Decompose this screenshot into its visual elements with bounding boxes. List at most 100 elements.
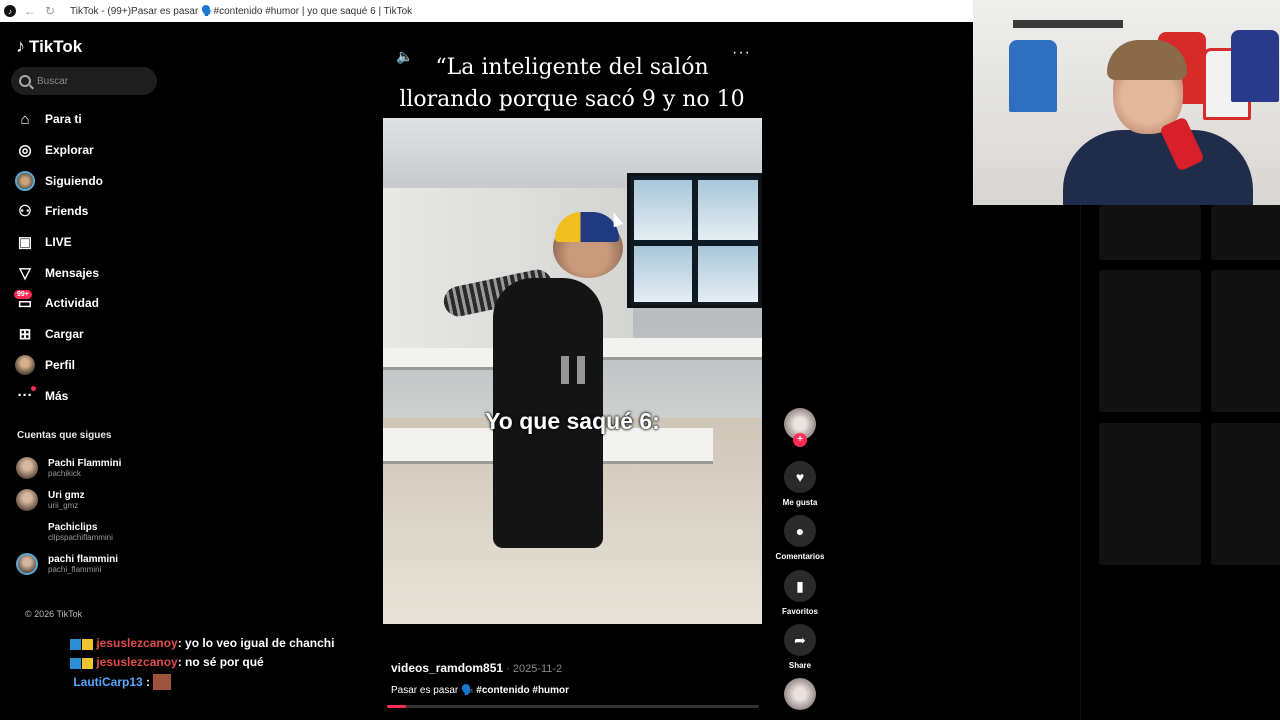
more-icon: ··· — [14, 385, 36, 407]
comment-label: Comentarios — [775, 552, 825, 561]
favorite-button[interactable]: ▮ Favoritos — [770, 570, 830, 616]
chat-message: jesuslezcanoy: no sé por qué — [70, 653, 340, 672]
content-tile[interactable] — [1099, 205, 1201, 260]
stream-chat: jesuslezcanoy: yo lo veo igual de chanch… — [70, 634, 340, 692]
comment-button[interactable]: ● Comentarios — [770, 515, 830, 561]
sidebar: ♪ TikTok ⌂ Para ti ◎ Explorar Siguiendo … — [0, 22, 170, 720]
tiktok-logo[interactable]: ♪ TikTok — [16, 36, 82, 57]
friends-icon: ⚇ — [18, 203, 32, 221]
chat-username: jesuslezcanoy — [96, 636, 178, 650]
content-tile[interactable] — [1211, 270, 1280, 412]
sidebar-item-label: Actividad — [45, 296, 100, 311]
chat-username: jesuslezcanoy — [96, 655, 178, 670]
account-handle: pachi_flammini — [48, 565, 102, 574]
reload-icon[interactable]: ↻ — [44, 4, 56, 18]
jersey-decoration — [1009, 40, 1057, 112]
chat-username: LautiCarp13 — [73, 674, 143, 689]
account-handle: urii_gmz — [48, 501, 79, 510]
sidebar-item-siguiendo[interactable]: Siguiendo — [14, 165, 103, 196]
tiktok-favicon-icon: ♪ — [4, 5, 16, 17]
content-tile[interactable] — [1099, 423, 1201, 565]
back-arrow-icon[interactable]: ← — [24, 4, 36, 18]
video-date: 2025-11-2 — [512, 663, 563, 675]
sidebar-nav: ⌂ Para ti ◎ Explorar Siguiendo ⚇ Friends… — [14, 104, 103, 411]
sidebar-item-label: Mensajes — [45, 265, 100, 280]
sidebar-item-para-ti[interactable]: ⌂ Para ti — [14, 104, 103, 135]
chat-text: : no sé por qué — [177, 655, 264, 670]
like-button[interactable]: ♥ Me gusta — [770, 461, 830, 507]
comment-icon: ● — [784, 515, 816, 547]
description-text: Pasar es pasar 🗣️ — [391, 685, 477, 696]
avatar — [16, 521, 38, 543]
video-scene-window — [627, 173, 762, 308]
sidebar-item-mensajes[interactable]: ▽ Mensajes — [14, 257, 103, 288]
home-icon: ⌂ — [20, 110, 30, 128]
video-overlay-text: Yo que saqué 6: — [485, 408, 660, 434]
content-tile[interactable] — [1211, 423, 1280, 565]
browser-titlebar: ♪ ← ↻ TikTok - (99+)Pasar es pasar 🗣️#co… — [0, 0, 973, 22]
live-icon: ▣ — [17, 234, 33, 252]
webcam-shelf — [1013, 20, 1123, 28]
favorite-label: Favoritos — [781, 607, 818, 616]
following-account[interactable]: Uri gmz urii_gmz — [16, 484, 121, 516]
video-progress-fill — [387, 705, 406, 708]
video-more-options-icon[interactable]: ··· — [732, 44, 751, 62]
sidebar-item-label: Siguiendo — [45, 173, 103, 188]
author-name[interactable]: videos_ramdom851 — [391, 661, 503, 675]
avatar — [16, 553, 38, 575]
account-handle: pachikick — [48, 469, 81, 478]
sidebar-item-label: Perfil — [45, 357, 76, 372]
video-player[interactable]: Yo que saqué 6: — [383, 118, 762, 624]
sidebar-item-actividad[interactable]: ▭ 99+ Actividad — [14, 288, 103, 319]
search-icon — [19, 75, 31, 87]
content-tile[interactable] — [1099, 270, 1201, 412]
content-tile[interactable] — [1211, 205, 1280, 260]
share-button[interactable]: ➦ Share — [770, 624, 830, 670]
sidebar-item-label: Más — [45, 388, 69, 403]
share-arrow-icon: ➦ — [784, 624, 816, 656]
hashtags[interactable]: #contenido #humor — [476, 685, 569, 696]
following-account[interactable]: Pachi Flammini pachikick — [16, 452, 121, 484]
activity-badge: 99+ — [14, 290, 32, 300]
following-title: Cuentas que sigues — [17, 430, 112, 441]
sidebar-item-label: Explorar — [45, 143, 94, 158]
following-account[interactable]: Pachiclips clipspachiflammini — [16, 516, 121, 548]
account-handle: clipspachiflammini — [48, 533, 113, 542]
video-description: Pasar es pasar 🗣️ #contenido #humor — [391, 685, 569, 696]
chat-badges — [70, 634, 93, 653]
account-name: Pachi Flammini — [48, 458, 122, 469]
sidebar-item-label: Para ti — [45, 112, 82, 127]
sidebar-item-cargar[interactable]: ⊞ Cargar — [14, 319, 103, 350]
compass-icon: ◎ — [18, 142, 32, 160]
tiktok-note-icon: ♪ — [16, 36, 25, 56]
video-author[interactable]: videos_ramdom851 · 2025-11-2 — [391, 661, 562, 675]
search-input[interactable] — [37, 75, 147, 87]
chat-message: jesuslezcanoy: yo lo veo igual de chanch… — [70, 634, 340, 653]
sidebar-item-mas[interactable]: ··· Más — [14, 380, 103, 411]
pause-icon[interactable] — [561, 356, 585, 384]
following-avatar-icon — [14, 170, 36, 192]
following-account[interactable]: pachi flammini pachi_flammini — [16, 548, 121, 580]
right-content-column — [1080, 205, 1280, 720]
chat-message: LautiCarp13 : — [70, 673, 340, 692]
sidebar-item-label: Cargar — [45, 327, 84, 342]
video-progress-bar[interactable] — [387, 705, 759, 708]
sidebar-item-perfil[interactable]: Perfil — [14, 350, 103, 381]
sidebar-item-live[interactable]: ▣ LIVE — [14, 227, 103, 258]
browser-tab-title: TikTok - (99+)Pasar es pasar 🗣️#contenid… — [70, 5, 413, 17]
streamer-webcam — [973, 0, 1280, 205]
follow-plus-icon[interactable]: + — [793, 433, 807, 447]
video-scene-person — [441, 212, 643, 558]
chat-text: : — [142, 674, 151, 689]
sidebar-item-explorar[interactable]: ◎ Explorar — [14, 135, 103, 166]
like-label: Me gusta — [782, 498, 818, 507]
upload-icon: ⊞ — [18, 326, 32, 344]
bookmark-icon: ▮ — [784, 570, 816, 602]
following-list: Pachi Flammini pachikick Uri gmz urii_gm… — [16, 452, 121, 580]
account-name: Pachiclips — [48, 522, 98, 533]
sidebar-item-friends[interactable]: ⚇ Friends — [14, 196, 103, 227]
search-box[interactable] — [11, 67, 157, 95]
sound-avatar[interactable] — [784, 678, 816, 710]
messages-icon: ▽ — [19, 264, 31, 282]
date-separator: · — [503, 663, 513, 675]
